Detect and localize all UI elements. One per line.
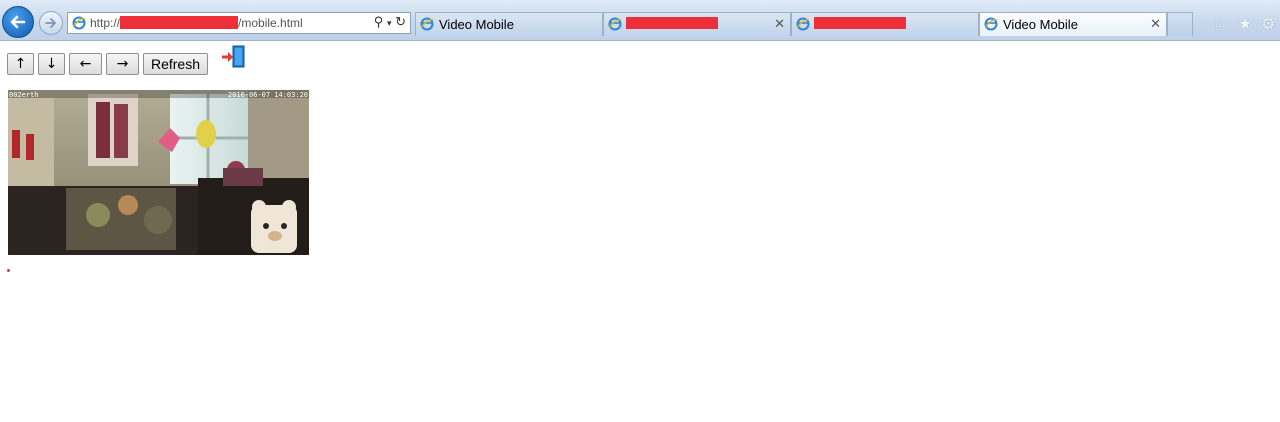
tab-redacted-1[interactable]: ✕	[603, 12, 791, 36]
camera-osd-timestamp: 2016-06-07 14:03:20	[227, 91, 308, 99]
camera-image	[8, 90, 309, 255]
tab-redacted-2[interactable]	[791, 12, 979, 36]
new-tab-button[interactable]	[1167, 12, 1193, 36]
gear-icon[interactable]: ⚙	[1261, 14, 1275, 34]
tab-close-icon[interactable]: ✕	[774, 16, 785, 32]
ie-page-icon	[72, 16, 86, 30]
ie-tab-icon	[984, 17, 998, 31]
dropdown-icon[interactable]: ▾	[387, 18, 392, 28]
tab-video-mobile-active[interactable]: Video Mobile ✕	[979, 12, 1167, 36]
refresh-icon[interactable]: ↻	[395, 14, 406, 29]
address-bar[interactable]: http:// /mobile.html ⚲ ▾ ↻	[67, 12, 411, 34]
search-icon[interactable]: ⚲	[374, 14, 384, 29]
pan-right-button[interactable]: →	[106, 53, 139, 75]
camera-video-feed[interactable]: 002erth 2016-06-07 14:03:20	[8, 90, 309, 255]
stray-dot	[7, 269, 10, 272]
back-arrow-icon	[10, 15, 26, 29]
logout-door-icon[interactable]	[221, 45, 247, 69]
tab-title: Video Mobile	[439, 17, 514, 32]
pan-up-button[interactable]: ↑	[7, 53, 34, 75]
forward-arrow-icon	[45, 18, 56, 28]
forward-button[interactable]	[39, 11, 63, 35]
tab-title-redaction	[814, 17, 906, 29]
tab-video-mobile-1[interactable]: Video Mobile	[415, 12, 603, 36]
tab-close-icon[interactable]: ✕	[1150, 16, 1161, 32]
refresh-button[interactable]: Refresh	[143, 53, 208, 75]
camera-osd-id: 002erth	[9, 91, 39, 99]
ie-tab-icon	[608, 17, 622, 31]
favorites-star-icon[interactable]: ★	[1238, 14, 1252, 34]
home-icon[interactable]: ⌂	[1215, 14, 1225, 32]
back-button[interactable]	[2, 6, 34, 38]
ie-tab-icon	[796, 17, 810, 31]
pan-left-button[interactable]: ←	[69, 53, 102, 75]
url-suffix: /mobile.html	[238, 16, 303, 30]
url-redaction	[120, 16, 239, 29]
address-tools: ⚲ ▾ ↻	[374, 14, 406, 30]
url-prefix: http://	[90, 16, 121, 30]
browser-toolbar: http:// /mobile.html ⚲ ▾ ↻ Video Mobile ✕	[0, 0, 1280, 41]
pan-down-button[interactable]: ↓	[38, 53, 65, 75]
tab-title-redaction	[626, 17, 718, 29]
address-url: http:// /mobile.html	[90, 16, 303, 30]
tab-title: Video Mobile	[1003, 17, 1078, 32]
ie-tab-icon	[420, 17, 434, 31]
